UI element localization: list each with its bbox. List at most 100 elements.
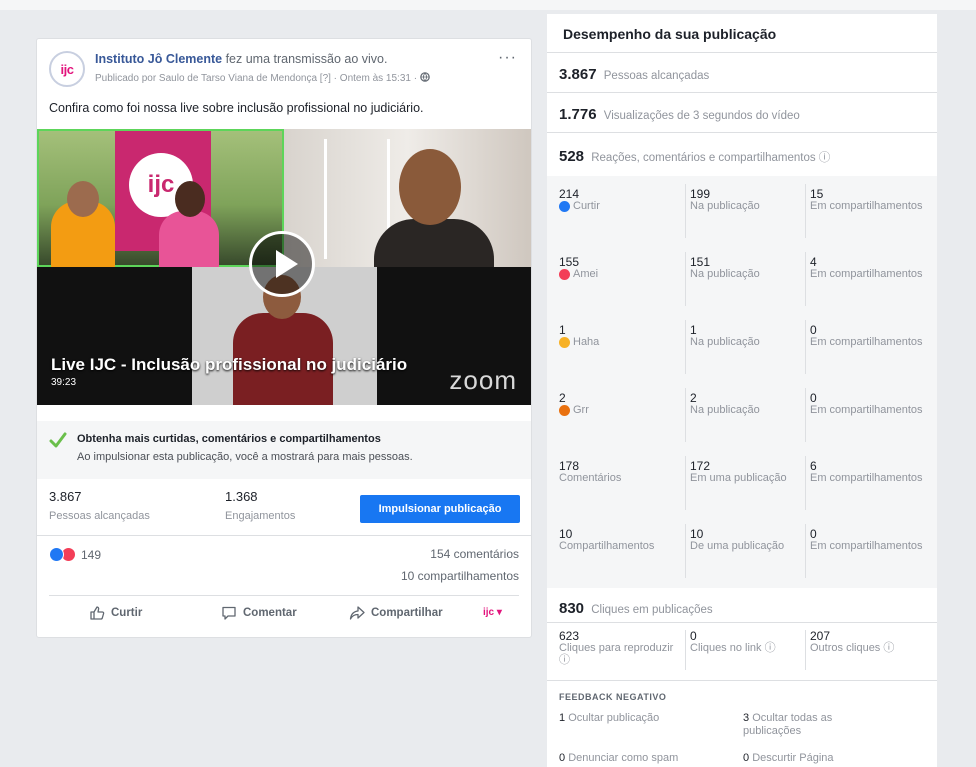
other-clicks-number: 207 (810, 629, 831, 643)
boost-post-button[interactable]: Impulsionar publicação (360, 495, 520, 523)
love-on-shares-label: Em compartilhamentos (810, 268, 923, 280)
share-button[interactable]: Compartilhar (349, 605, 443, 621)
haha-total: 1 Haha (559, 324, 677, 348)
breakdown-row-love: 155 Amei 151 Na publicação 4 Em comparti… (547, 244, 937, 312)
panel-title: Desempenho da sua publicação (563, 26, 777, 42)
reaction-summary[interactable]: 149 (49, 547, 101, 562)
negative-feedback-title: FEEDBACK NEGATIVO (559, 692, 667, 702)
comments-on-shares: 6 Em compartilhamentos (805, 456, 932, 510)
breakdown-row-haha: 1 Haha 1 Na publicação 0 Em compartilham… (547, 312, 937, 380)
engagement-stat: 1.368 Engajamentos (225, 489, 295, 522)
spam-number: 0 (559, 752, 566, 764)
like-on-post-label: Na publicação (690, 200, 760, 212)
link-clicks: 0 Cliques no link ⓘ (685, 630, 802, 670)
clicks-breakdown: 623 Cliques para reproduzir ⓘ 0 Cliques … (547, 626, 937, 676)
video-views-number: 1.776 (559, 106, 597, 123)
speaker-head (399, 149, 461, 225)
shares-on-shares-label: Em compartilhamentos (810, 540, 923, 552)
reactions-breakdown: 214 Curtir 199 Na publicação 15 Em compa… (547, 176, 937, 588)
reactions-metric: 528 Reações, comentários e compartilhame… (559, 148, 830, 165)
breakdown-row-shares: 10 Compartilhamentos 10 De uma publicaçã… (547, 516, 937, 584)
breakdown-row-like: 214 Curtir 199 Na publicação 15 Em compa… (547, 176, 937, 244)
comment-button[interactable]: Comentar (221, 605, 297, 621)
like-on-shares: 15 Em compartilhamentos (805, 184, 932, 238)
author-link[interactable]: Instituto Jô Clemente (95, 52, 222, 66)
divider (547, 622, 937, 623)
love-total: 155 Amei (559, 256, 677, 280)
breakdown-row-angry: 2 Grr 2 Na publicação 0 Em compartilhame… (547, 380, 937, 448)
top-strip (0, 0, 976, 10)
post-action-text: fez uma transmissão ao vivo. (225, 52, 388, 66)
clicks-metric: 830 Cliques em publicações (559, 600, 713, 617)
like-on-shares-number: 15 (810, 187, 824, 201)
love-icon (559, 268, 570, 280)
unlike-number: 0 (743, 752, 750, 764)
reach-metric-number: 3.867 (559, 66, 597, 83)
boost-tip: Obtenha mais curtidas, comentários e com… (37, 421, 531, 479)
haha-on-post-label: Na publicação (690, 336, 760, 348)
reach-stat: 3.867 Pessoas alcançadas (49, 489, 150, 522)
divider (547, 52, 937, 53)
shares-total-number: 10 (559, 527, 573, 541)
divider (37, 535, 531, 536)
published-by-text: Publicado por Saulo de Tarso Viana de Me… (95, 73, 418, 84)
like-total-number: 214 (559, 187, 580, 201)
play-icon[interactable] (249, 231, 315, 297)
speaker-body (374, 219, 494, 267)
panelist-1-head (67, 181, 99, 217)
hide-post-label: Ocultar publicação (568, 712, 660, 724)
reach-metric: 3.867 Pessoas alcançadas (559, 66, 709, 83)
boost-tip-title: Obtenha mais curtidas, comentários e com… (77, 433, 381, 445)
haha-on-shares-label: Em compartilhamentos (810, 336, 923, 348)
divider (547, 132, 937, 133)
more-options-icon[interactable]: ··· (498, 49, 517, 67)
post-performance-panel: Desempenho da sua publicação 3.867 Pesso… (547, 14, 937, 767)
video-player[interactable]: ijc Live IJC - Inclusão profissional no … (37, 129, 531, 405)
clicks-metric-label: Cliques em publicações (591, 604, 713, 616)
post-caption: Confira como foi nossa live sobre inclus… (49, 101, 424, 115)
reaction-count: 149 (81, 547, 102, 562)
page-switcher[interactable]: ijc ▾ (483, 607, 502, 618)
like-button[interactable]: Curtir (89, 605, 142, 621)
reactions-metric-label: Reações, comentários e compartilhamentos… (591, 152, 831, 164)
shares-on-post-label: De uma publicação (690, 540, 785, 552)
haha-icon (559, 336, 570, 348)
comments-total: 178 Comentários (559, 460, 677, 484)
angry-on-shares: 0 Em compartilhamentos (805, 388, 932, 442)
reactions-metric-number: 528 (559, 148, 585, 165)
haha-on-post: 1 Na publicação (685, 320, 808, 374)
haha-on-post-number: 1 (690, 323, 697, 337)
comments-total-number: 178 (559, 459, 580, 473)
panelist-2-head (175, 181, 205, 217)
shares-on-post: 10 De uma publicação (685, 524, 808, 578)
angry-on-shares-number: 0 (810, 391, 817, 405)
share-icon (349, 606, 365, 620)
play-clicks-label: Cliques para reproduzir ⓘ (559, 642, 674, 666)
like-total: 214 Curtir (559, 188, 677, 212)
comments-count-link[interactable]: 154 comentários (430, 547, 519, 561)
like-icon (559, 200, 570, 212)
video-views-metric: 1.776 Visualizações de 3 segundos do víd… (559, 106, 800, 123)
angry-on-post-label: Na publicação (690, 404, 760, 416)
love-on-post-number: 151 (690, 255, 711, 269)
shares-count-link[interactable]: 10 compartilhamentos (401, 569, 519, 583)
reach-label: Pessoas alcançadas (49, 510, 150, 522)
checkmark-icon (49, 432, 67, 448)
haha-on-shares: 0 Em compartilhamentos (805, 320, 932, 374)
angry-icon (559, 404, 570, 416)
engagement-number: 1.368 (225, 489, 258, 504)
boost-tip-description: Ao impulsionar esta publicação, você a m… (77, 451, 413, 463)
divider (547, 92, 937, 93)
page-avatar[interactable]: ijc (49, 51, 85, 87)
divider (49, 595, 519, 596)
angry-total: 2 Grr (559, 392, 677, 416)
angry-on-post: 2 Na publicação (685, 388, 808, 442)
angry-on-shares-label: Em compartilhamentos (810, 404, 923, 416)
zoom-watermark: zoom (449, 365, 517, 395)
comments-on-shares-label: Em compartilhamentos (810, 472, 923, 484)
love-label: Amei (573, 268, 599, 280)
shares-on-shares: 0 Em compartilhamentos (805, 524, 932, 578)
video-title: Live IJC - Inclusão profissional no judi… (51, 355, 408, 374)
post-header: ijc Instituto Jô Clemente fez uma transm… (49, 49, 519, 95)
panelist-2 (159, 211, 219, 269)
